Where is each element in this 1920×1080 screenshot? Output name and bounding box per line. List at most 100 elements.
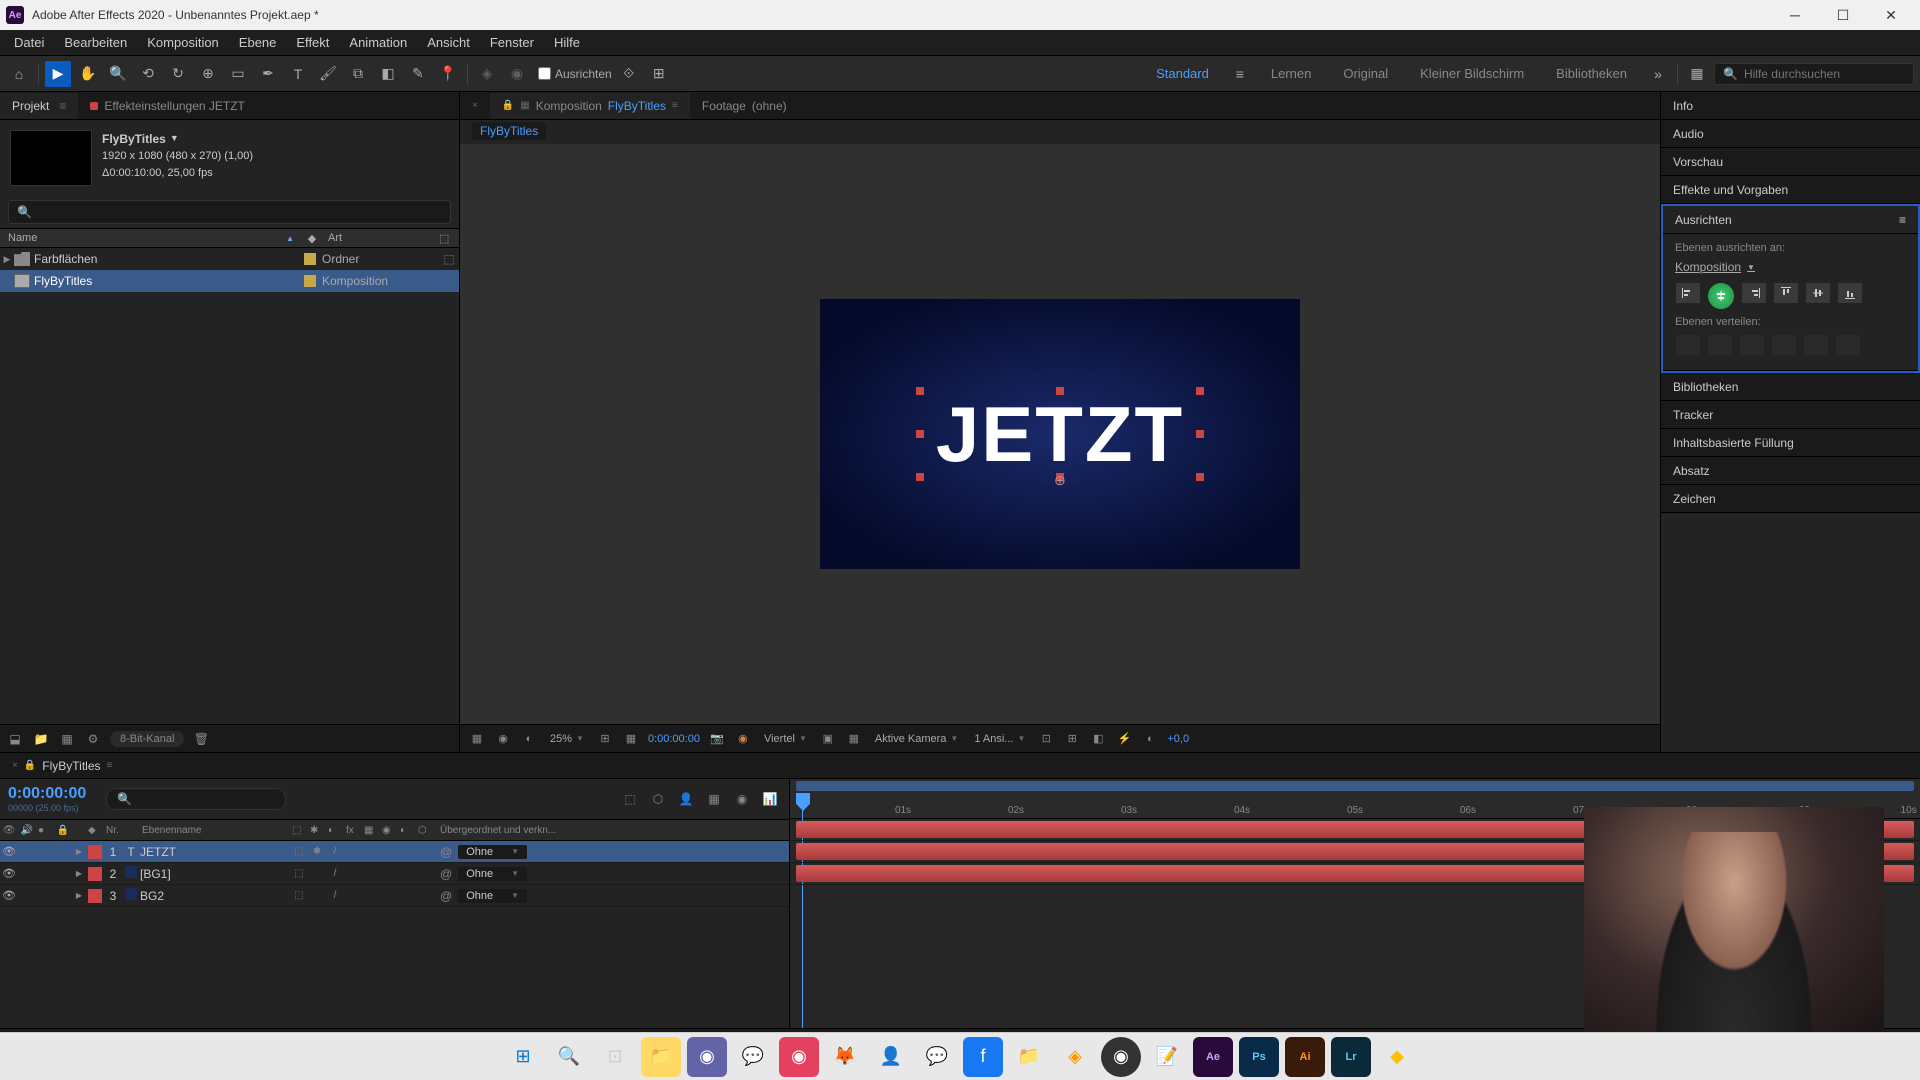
tab-close-icon[interactable]: × xyxy=(12,760,18,771)
tracker-panel-header[interactable]: Tracker xyxy=(1661,401,1920,429)
brush-tool[interactable]: 🖌 xyxy=(315,61,341,87)
col-switch-fx-icon[interactable]: ✱ xyxy=(308,825,326,836)
workspace-kleiner[interactable]: Kleiner Bildschirm xyxy=(1406,62,1538,85)
panel-menu-icon[interactable]: ≡ xyxy=(1899,213,1906,227)
visibility-toggle[interactable]: 👁 xyxy=(0,889,18,902)
layer-switch[interactable]: ⬚ xyxy=(290,890,308,901)
comp-breadcrumb[interactable]: FlyByTitles xyxy=(460,120,1660,144)
exposure-reset-icon[interactable]: ◐ xyxy=(1141,730,1159,748)
layer-switch[interactable]: ⬚ xyxy=(290,846,308,857)
col-solo-icon[interactable]: ● xyxy=(36,825,54,836)
taskbar-lr-icon[interactable]: Lr xyxy=(1331,1037,1371,1077)
start-button[interactable]: ⊞ xyxy=(503,1037,543,1077)
snap-option-icon[interactable]: ⟐ xyxy=(616,61,642,87)
rectangle-tool[interactable]: ▭ xyxy=(225,61,251,87)
breadcrumb-item[interactable]: FlyByTitles xyxy=(472,122,546,140)
layer-name[interactable]: BG2 xyxy=(140,889,290,903)
col-switch-collapse-icon[interactable]: ◐ xyxy=(326,825,344,836)
col-visibility-icon[interactable]: 👁 xyxy=(0,825,18,836)
roto-tool[interactable]: ✎ xyxy=(405,61,431,87)
align-h-center-button[interactable] xyxy=(1707,282,1735,310)
exposure-value[interactable]: +0,0 xyxy=(1167,733,1189,745)
menu-ansicht[interactable]: Ansicht xyxy=(417,31,480,54)
layer-expand-icon[interactable]: ▶ xyxy=(72,869,86,878)
selection-handle[interactable] xyxy=(916,387,924,395)
timeline-current-time[interactable]: 0:00:00:00 xyxy=(8,785,86,803)
windows-taskbar[interactable]: ⊞ 🔍 ⊡ 📁 ◉ 💬 ◉ 🦊 👤 💬 f 📁 ◈ ◉ 📝 Ae Ps Ai L… xyxy=(0,1032,1920,1080)
delete-icon[interactable]: 🗑 xyxy=(192,730,210,748)
project-search[interactable]: 🔍 xyxy=(8,200,451,224)
libraries-panel-header[interactable]: Bibliotheken xyxy=(1661,373,1920,401)
selection-tool[interactable]: ▶ xyxy=(45,61,71,87)
content-fill-panel-header[interactable]: Inhaltsbasierte Füllung xyxy=(1661,429,1920,457)
lock-icon[interactable]: 🔒 xyxy=(24,760,36,771)
timeline-layer-solid[interactable]: 👁 ▶ 3 BG2 ⬚/ @Ohne▼ xyxy=(0,885,789,907)
color-mgmt-icon[interactable]: ◉ xyxy=(734,730,752,748)
grid-icon[interactable]: ▦ xyxy=(622,730,640,748)
parent-dropdown[interactable]: Ohne▼ xyxy=(458,867,527,881)
project-row-composition[interactable]: FlyByTitles Komposition xyxy=(0,270,459,292)
layer-switch[interactable]: ✱ xyxy=(308,846,326,857)
clone-tool[interactable]: ⧉ xyxy=(345,61,371,87)
info-panel-header[interactable]: Info xyxy=(1661,92,1920,120)
align-v-center-button[interactable] xyxy=(1805,282,1831,304)
resolution-icon[interactable]: ⊞ xyxy=(596,730,614,748)
composition-canvas[interactable]: JETZT ⊕ xyxy=(820,299,1300,569)
window-minimize-button[interactable]: ─ xyxy=(1772,0,1818,30)
selection-handle[interactable] xyxy=(1196,473,1204,481)
comp-tab-close[interactable]: × xyxy=(460,94,490,117)
taskbar-firefox-icon[interactable]: 🦊 xyxy=(825,1037,865,1077)
col-lock-icon[interactable]: 🔒 xyxy=(54,825,72,836)
workspace-menu-icon[interactable]: ≡ xyxy=(1227,61,1253,87)
taskbar-app-icon[interactable]: ◈ xyxy=(1055,1037,1095,1077)
comp-flowchart-icon[interactable]: ⬚ xyxy=(619,788,641,810)
interpret-footage-icon[interactable]: ⬓ xyxy=(6,730,24,748)
anchor-point-icon[interactable]: ⊕ xyxy=(1054,472,1066,489)
align-right-button[interactable] xyxy=(1741,282,1767,304)
effects-panel-header[interactable]: Effekte und Vorgaben xyxy=(1661,176,1920,204)
menu-animation[interactable]: Animation xyxy=(339,31,417,54)
selection-handle[interactable] xyxy=(916,473,924,481)
snap-checkbox[interactable]: Ausrichten xyxy=(538,67,612,81)
layer-expand-icon[interactable]: ▶ xyxy=(72,891,86,900)
taskbar-whatsapp-icon[interactable]: 💬 xyxy=(733,1037,773,1077)
layer-switch[interactable]: / xyxy=(326,890,344,901)
col-tag-icon[interactable]: ◆ xyxy=(86,825,104,836)
view-option-icon[interactable]: ⊡ xyxy=(1037,730,1055,748)
paragraph-panel-header[interactable]: Absatz xyxy=(1661,457,1920,485)
taskbar-taskview-icon[interactable]: ⊡ xyxy=(595,1037,635,1077)
lock-icon[interactable]: 🔒 xyxy=(502,100,514,111)
draft-3d-icon[interactable]: ⬡ xyxy=(647,788,669,810)
workspace-bibliotheken[interactable]: Bibliotheken xyxy=(1542,62,1641,85)
window-close-button[interactable]: ✕ xyxy=(1868,0,1914,30)
taskbar-folder-icon[interactable]: 📁 xyxy=(1009,1037,1049,1077)
preview-panel-header[interactable]: Vorschau xyxy=(1661,148,1920,176)
taskbar-facebook-icon[interactable]: f xyxy=(963,1037,1003,1077)
menu-bearbeiten[interactable]: Bearbeiten xyxy=(54,31,137,54)
col-switch-adjustment-icon[interactable]: ◐ xyxy=(398,825,416,836)
tool-option-2[interactable]: ◉ xyxy=(504,61,530,87)
playhead[interactable] xyxy=(796,793,810,811)
pen-tool[interactable]: ✒ xyxy=(255,61,281,87)
workspace-standard[interactable]: Standard xyxy=(1142,62,1223,85)
color-tag[interactable] xyxy=(304,275,316,287)
menu-fenster[interactable]: Fenster xyxy=(480,31,544,54)
workspace-overflow-icon[interactable]: » xyxy=(1645,61,1671,87)
col-switch-frame-blend-icon[interactable]: ▦ xyxy=(362,825,380,836)
transparency-icon[interactable]: ▦ xyxy=(845,730,863,748)
camera-dropdown[interactable]: Aktive Kamera▼ xyxy=(871,731,962,747)
layer-name[interactable]: JETZT xyxy=(140,845,290,859)
panel-toggle-icon[interactable]: ▦ xyxy=(1684,61,1710,87)
align-panel-header[interactable]: Ausrichten≡ xyxy=(1663,206,1918,234)
anchor-tool[interactable]: ⊕ xyxy=(195,61,221,87)
character-panel-header[interactable]: Zeichen xyxy=(1661,485,1920,513)
zoom-dropdown[interactable]: 25%▼ xyxy=(546,731,588,747)
align-bottom-button[interactable] xyxy=(1837,282,1863,304)
selection-handle[interactable] xyxy=(1056,387,1064,395)
layer-expand-icon[interactable]: ▶ xyxy=(72,847,86,856)
help-search-input[interactable] xyxy=(1744,67,1905,81)
footage-tab[interactable]: Footage (ohne) xyxy=(690,93,799,119)
audio-panel-header[interactable]: Audio xyxy=(1661,120,1920,148)
menu-komposition[interactable]: Komposition xyxy=(137,31,229,54)
col-switch-quality-icon[interactable]: fx xyxy=(344,825,362,836)
